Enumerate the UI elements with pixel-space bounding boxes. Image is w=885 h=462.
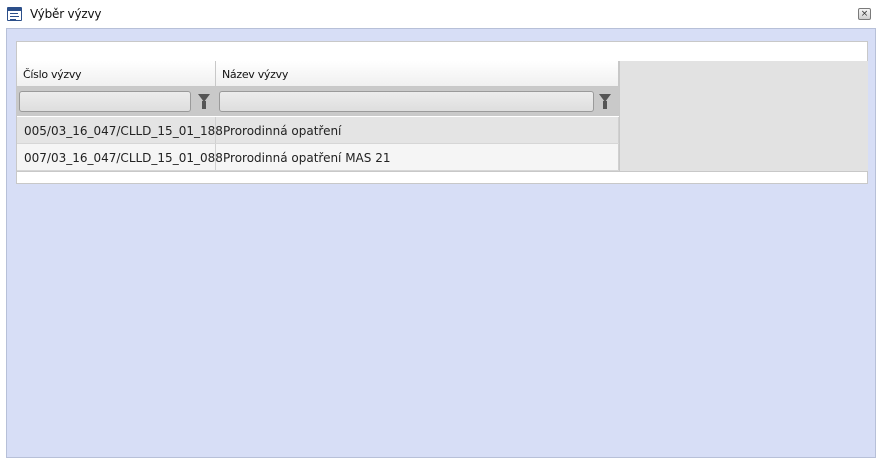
filter-row (17, 87, 619, 116)
list-window-icon (7, 7, 22, 21)
column-header-cislo-vyzvy[interactable]: Číslo výzvy (17, 61, 216, 87)
table-row[interactable]: 005/03_16_047/CLLD_15_01_188 Prorodinná … (17, 117, 619, 144)
dialog-title: Výběr výzvy (30, 7, 102, 21)
filter-input-nazev-vyzvy[interactable] (219, 91, 594, 112)
filter-funnel-icon[interactable] (198, 94, 210, 109)
grid-divider (17, 171, 867, 172)
close-button[interactable]: × (858, 8, 871, 20)
column-header-label: Název výzvy (222, 68, 289, 81)
cell-nazev-vyzvy: Prorodinná opatření (216, 117, 619, 143)
close-icon: × (860, 9, 869, 19)
cell-cislo-vyzvy: 007/03_16_047/CLLD_15_01_088 (17, 144, 223, 170)
grid-empty-area (619, 61, 868, 171)
table-row[interactable]: 007/03_16_047/CLLD_15_01_088 Prorodinná … (17, 144, 619, 171)
cell-cislo-vyzvy: 005/03_16_047/CLLD_15_01_188 (17, 117, 223, 143)
call-selection-dialog: Výběr výzvy × Číslo výzvy Název výzvy 00… (0, 0, 885, 462)
filter-input-cislo-vyzvy[interactable] (19, 91, 191, 112)
column-header-label: Číslo výzvy (23, 68, 82, 81)
dialog-content: Číslo výzvy Název výzvy 005/03_16_047/CL… (6, 28, 876, 458)
column-header-nazev-vyzvy[interactable]: Název výzvy (216, 61, 619, 87)
filter-funnel-icon[interactable] (599, 94, 611, 109)
title-bar[interactable]: Výběr výzvy × (0, 0, 885, 28)
calls-grid: Číslo výzvy Název výzvy 005/03_16_047/CL… (16, 41, 868, 184)
cell-nazev-vyzvy: Prorodinná opatření MAS 21 (216, 144, 619, 170)
